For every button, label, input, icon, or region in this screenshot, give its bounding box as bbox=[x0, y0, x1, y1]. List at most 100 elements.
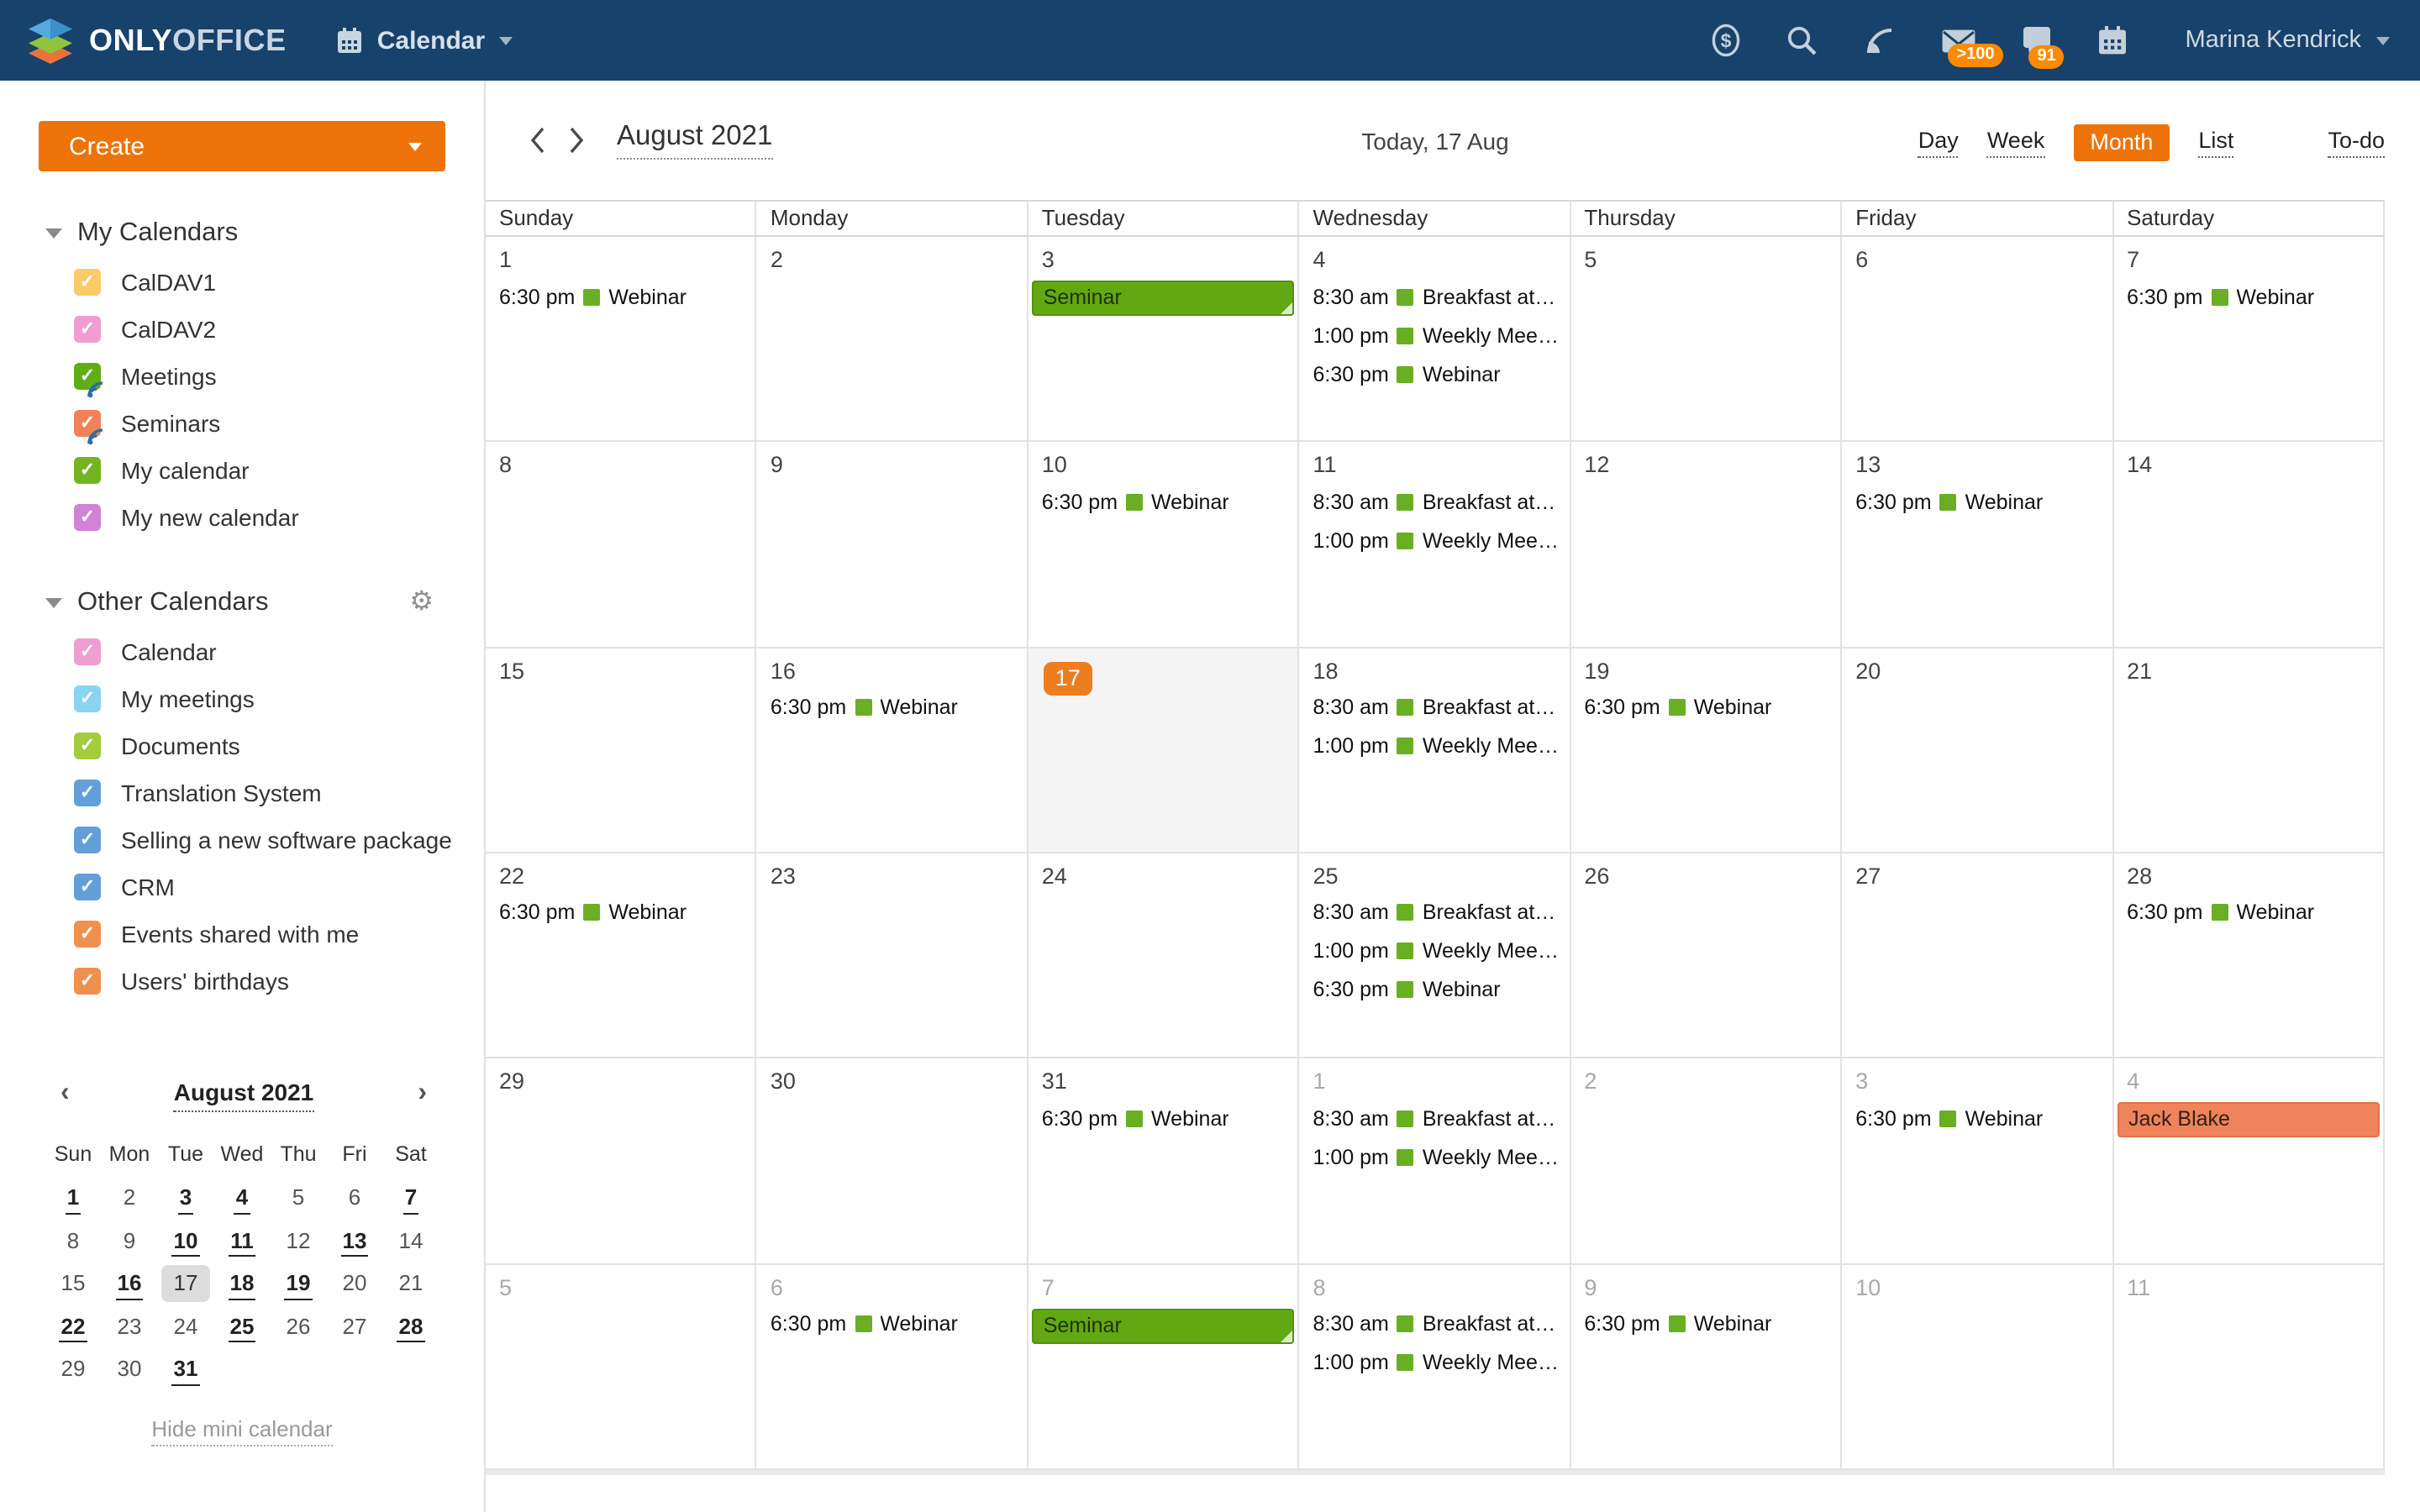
calendar-list-item[interactable]: ✓Users' birthdays bbox=[0, 958, 484, 1005]
event-item[interactable]: 6:30 pmWebinar bbox=[2113, 277, 2383, 316]
mini-day-cell[interactable]: 11 bbox=[214, 1219, 271, 1262]
mini-day-cell[interactable]: 15 bbox=[45, 1262, 102, 1305]
event-item[interactable]: 8:30 amBreakfast at Tif... bbox=[1300, 483, 1570, 522]
mini-day-cell[interactable]: 21 bbox=[383, 1262, 439, 1305]
mini-day-cell[interactable]: 1 bbox=[45, 1176, 102, 1219]
day-cell[interactable]: 226:30 pmWebinar bbox=[486, 853, 757, 1058]
event-item[interactable]: 6:30 pmWebinar bbox=[1028, 1100, 1298, 1138]
mini-day-cell[interactable]: 7 bbox=[383, 1176, 439, 1219]
calendar-list-item[interactable]: ✓Seminars bbox=[0, 400, 484, 447]
mini-day-cell[interactable]: 9 bbox=[102, 1219, 158, 1262]
calendar-list-item[interactable]: ✓Translation System bbox=[0, 769, 484, 816]
mini-calendar-title[interactable]: August 2021 bbox=[174, 1079, 314, 1112]
event-item[interactable]: 6:30 pmWebinar bbox=[757, 1305, 1027, 1343]
day-cell[interactable]: 6 bbox=[1842, 237, 2113, 441]
mini-day-cell[interactable]: 17 bbox=[158, 1262, 214, 1305]
calendar-checkbox[interactable]: ✓ bbox=[74, 921, 101, 948]
mini-day-cell[interactable]: 26 bbox=[271, 1305, 327, 1347]
search-button[interactable] bbox=[1786, 24, 1818, 56]
calendar-checkbox[interactable]: ✓ bbox=[74, 874, 101, 900]
event-item[interactable]: 6:30 pmWebinar bbox=[1570, 1305, 1840, 1343]
mini-day-cell[interactable]: 22 bbox=[45, 1305, 102, 1347]
calendar-checkbox[interactable]: ✓ bbox=[74, 638, 101, 665]
day-cell[interactable]: 2 bbox=[757, 237, 1028, 441]
event-item[interactable]: 1:00 pmWeekly Meeting bbox=[1300, 727, 1570, 765]
day-cell[interactable]: 9 bbox=[757, 443, 1028, 647]
event-item[interactable]: 8:30 amBreakfast at Tif... bbox=[1300, 688, 1570, 727]
calendar-checkbox[interactable]: ✓ bbox=[74, 685, 101, 712]
day-cell[interactable]: 26 bbox=[1570, 853, 1842, 1058]
calendar-list-item[interactable]: ✓Meetings bbox=[0, 353, 484, 400]
event-item[interactable]: 8:30 amBreakfast at Tif... bbox=[1300, 1305, 1570, 1343]
mail-button[interactable]: >100 bbox=[1941, 28, 1976, 53]
day-cell[interactable]: 7Seminar bbox=[1028, 1264, 1300, 1468]
event-item[interactable]: 6:30 pmWebinar bbox=[1300, 354, 1570, 393]
day-cell[interactable]: 258:30 amBreakfast at Tif...1:00 pmWeekl… bbox=[1300, 853, 1571, 1058]
onlyoffice-logo[interactable]: ONLYOFFICE bbox=[27, 16, 287, 65]
calendar-list-item[interactable]: ✓Selling a new software package bbox=[0, 816, 484, 864]
mini-day-cell[interactable]: 16 bbox=[102, 1262, 158, 1305]
event-item[interactable]: 6:30 pmWebinar bbox=[486, 277, 755, 316]
day-cell[interactable]: 16:30 pmWebinar bbox=[486, 237, 757, 441]
day-cell[interactable]: 23 bbox=[757, 853, 1028, 1058]
calendar-checkbox[interactable]: ✓ bbox=[74, 780, 101, 806]
view-tab-week[interactable]: Week bbox=[1987, 128, 2045, 158]
calendar-list-item[interactable]: ✓My new calendar bbox=[0, 494, 484, 541]
day-cell[interactable]: 14 bbox=[2113, 443, 2385, 647]
hide-mini-calendar-link[interactable]: Hide mini calendar bbox=[151, 1415, 332, 1446]
day-cell[interactable]: 5 bbox=[1570, 237, 1842, 441]
collapse-arrow-icon[interactable] bbox=[45, 228, 62, 239]
day-cell[interactable]: 15 bbox=[486, 648, 757, 852]
mini-day-cell[interactable]: 2 bbox=[102, 1176, 158, 1219]
event-item[interactable]: 8:30 amBreakfast at Tif... bbox=[1300, 277, 1570, 316]
mini-day-cell[interactable]: 13 bbox=[327, 1219, 383, 1262]
calendar-list-item[interactable]: ✓CalDAV2 bbox=[0, 306, 484, 353]
event-bar[interactable]: Seminar bbox=[1032, 281, 1295, 316]
chat-button[interactable]: 91 bbox=[2022, 25, 2052, 55]
event-item[interactable]: 1:00 pmWeekly Meeting bbox=[1300, 1138, 1570, 1177]
event-item[interactable]: 1:00 pmWeekly Meeting bbox=[1300, 316, 1570, 354]
day-cell[interactable]: 286:30 pmWebinar bbox=[2113, 853, 2385, 1058]
calendar-shortcut-button[interactable] bbox=[2097, 25, 2128, 55]
event-item[interactable]: 1:00 pmWeekly Meeting bbox=[1300, 1343, 1570, 1382]
day-cell[interactable]: 17 bbox=[1028, 648, 1300, 852]
mini-day-cell[interactable]: 10 bbox=[158, 1219, 214, 1262]
mini-day-cell[interactable]: 18 bbox=[214, 1262, 271, 1305]
mini-day-cell[interactable]: 14 bbox=[383, 1219, 439, 1262]
day-cell[interactable]: 11 bbox=[2113, 1264, 2385, 1468]
calendar-checkbox[interactable]: ✓ bbox=[74, 410, 101, 437]
day-cell[interactable]: 8 bbox=[486, 443, 757, 647]
calendar-list-item[interactable]: ✓My meetings bbox=[0, 675, 484, 722]
event-item[interactable]: 8:30 amBreakfast at Tif... bbox=[1300, 1100, 1570, 1138]
day-cell[interactable]: 316:30 pmWebinar bbox=[1028, 1059, 1300, 1263]
day-cell[interactable]: 166:30 pmWebinar bbox=[757, 648, 1028, 852]
day-cell[interactable]: 29 bbox=[486, 1059, 757, 1263]
event-item[interactable]: 1:00 pmWeekly Meeting bbox=[1300, 522, 1570, 560]
day-cell[interactable]: 30 bbox=[757, 1059, 1028, 1263]
mini-day-cell[interactable]: 31 bbox=[158, 1347, 214, 1390]
calendar-checkbox[interactable]: ✓ bbox=[74, 827, 101, 853]
mini-day-cell[interactable]: 3 bbox=[158, 1176, 214, 1219]
calendar-list-item[interactable]: ✓Calendar bbox=[0, 628, 484, 675]
mini-day-cell[interactable]: 6 bbox=[327, 1176, 383, 1219]
day-cell[interactable]: 66:30 pmWebinar bbox=[757, 1264, 1028, 1468]
mini-day-cell[interactable]: 29 bbox=[45, 1347, 102, 1390]
calendar-checkbox[interactable]: ✓ bbox=[74, 269, 101, 296]
mini-day-cell[interactable]: 19 bbox=[271, 1262, 327, 1305]
calendar-list-item[interactable]: ✓Documents bbox=[0, 722, 484, 769]
event-item[interactable]: 6:30 pmWebinar bbox=[1842, 483, 2112, 522]
day-cell[interactable]: 4Jack Blake bbox=[2113, 1059, 2385, 1263]
mini-day-cell[interactable]: 12 bbox=[271, 1219, 327, 1262]
mini-day-cell[interactable]: 23 bbox=[102, 1305, 158, 1347]
day-cell[interactable]: 18:30 amBreakfast at Tif...1:00 pmWeekly… bbox=[1300, 1059, 1571, 1263]
mini-next-month-button[interactable]: › bbox=[418, 1080, 427, 1107]
day-cell[interactable]: 20 bbox=[1842, 648, 2113, 852]
gear-icon[interactable]: ⚙ bbox=[409, 590, 434, 617]
calendar-checkbox[interactable]: ✓ bbox=[74, 316, 101, 343]
event-item[interactable]: 1:00 pmWeekly Meeting bbox=[1300, 932, 1570, 971]
mini-day-cell[interactable]: 28 bbox=[383, 1305, 439, 1347]
mini-day-cell[interactable]: 4 bbox=[214, 1176, 271, 1219]
sales-button[interactable]: $ bbox=[1711, 24, 1741, 57]
day-cell[interactable]: 36:30 pmWebinar bbox=[1842, 1059, 2113, 1263]
mini-day-cell[interactable]: 27 bbox=[327, 1305, 383, 1347]
